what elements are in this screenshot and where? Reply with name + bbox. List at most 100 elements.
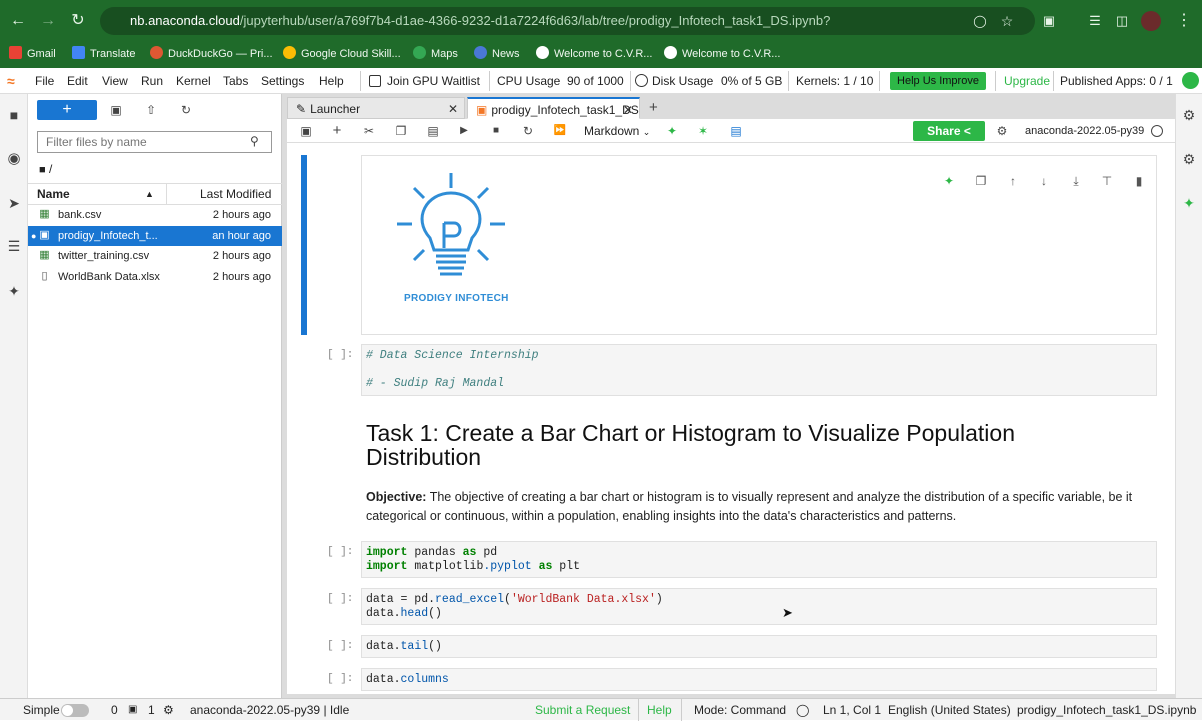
extensions-icon[interactable]: ▣ [1037, 9, 1061, 33]
eye-off-icon[interactable]: ◯ [968, 9, 992, 33]
cursor-position[interactable]: Ln 1, Col 1 [823, 699, 881, 721]
share-button[interactable]: Share < [913, 121, 985, 141]
new-launcher-button[interactable]: + [37, 100, 97, 120]
simple-mode-toggle[interactable] [61, 704, 89, 717]
toc-icon[interactable]: ☰ [5, 237, 23, 255]
new-tab-icon[interactable]: + [649, 97, 658, 119]
bookmark-translate[interactable]: Translate [72, 44, 135, 64]
new-folder-icon[interactable]: ▣ [106, 100, 126, 120]
running-icon[interactable]: ◉ [5, 150, 23, 168]
ai-assist-icon[interactable]: ✦ [663, 122, 681, 140]
kernel-status[interactable]: anaconda-2022.05-py39 | Idle [190, 699, 349, 721]
close-icon[interactable]: ✕ [448, 98, 458, 118]
menu-tabs[interactable]: Tabs [223, 68, 248, 94]
stop-icon[interactable]: ■ [487, 122, 505, 140]
code-cell-tail[interactable]: data.tail() [361, 635, 1157, 658]
tab-notebook[interactable]: ▣ prodigy_Infotech_task1_DS ✕ [467, 97, 640, 119]
language[interactable]: English (United States) [888, 699, 1011, 721]
back-icon[interactable]: ← [6, 9, 30, 33]
profile-avatar[interactable] [1141, 11, 1161, 31]
copy-icon[interactable]: ❐ [392, 122, 410, 140]
media-icon[interactable]: ☰ [1083, 9, 1107, 33]
move-down-icon[interactable]: ↓ [1035, 172, 1053, 190]
file-row-selected[interactable]: ● ▣ prodigy_Infotech_t... an hour ago [28, 226, 282, 246]
forward-icon[interactable]: → [36, 9, 60, 33]
bookmark-news[interactable]: News [474, 44, 520, 64]
file-row[interactable]: ▦ twitter_training.csv 2 hours ago [28, 246, 282, 266]
restart-icon[interactable]: ↻ [519, 122, 537, 140]
menu-kernel[interactable]: Kernel [176, 68, 211, 94]
kernel-name[interactable]: anaconda-2022.05-py39 [1025, 122, 1144, 140]
code-cell-columns[interactable]: data.columns [361, 668, 1157, 691]
cut-icon[interactable]: ✂ [360, 122, 378, 140]
submit-request-link[interactable]: Submit a Request [535, 699, 630, 721]
refresh-icon[interactable]: ↻ [176, 100, 196, 120]
extension-manager-icon[interactable]: ➤ [5, 194, 23, 212]
bookmark-gmail[interactable]: Gmail [9, 44, 56, 64]
delete-icon[interactable]: ▮ [1130, 172, 1148, 190]
bookmark-google-cloud[interactable]: Google Cloud Skill... [283, 44, 401, 64]
property-inspector-icon[interactable]: ⚙ [1180, 106, 1198, 124]
logo-text: PRODIGY INFOTECH [404, 293, 509, 304]
code-cell-comments[interactable]: # Data Science Internship # - Sudip Raj … [361, 344, 1157, 396]
help-link[interactable]: Help [647, 699, 672, 721]
upload-icon[interactable]: ⇧ [141, 100, 161, 120]
save-icon[interactable]: ▣ [297, 122, 315, 140]
tab-launcher[interactable]: ✎ Launcher ✕ [287, 97, 465, 119]
duplicate-icon[interactable]: ❐ [972, 172, 990, 190]
run-icon[interactable]: ▶ [455, 122, 473, 140]
puzzle-icon[interactable]: ✦ [5, 282, 23, 300]
bookmark-cvr-1[interactable]: Welcome to C.V.R... [536, 44, 652, 64]
code-cell-read[interactable]: data = pd.read_excel('WorldBank Data.xls… [361, 588, 1157, 625]
more-icon[interactable]: ⋮ [1172, 9, 1196, 33]
panel-icon[interactable]: ▤ [727, 122, 745, 140]
code-line: data.head() [366, 607, 442, 620]
menu-file[interactable]: File [35, 68, 54, 94]
help-improve-button[interactable]: Help Us Improve [890, 72, 986, 90]
kernel-count[interactable]: 1 [148, 699, 155, 721]
markdown-cell-logo[interactable]: PRODIGY INFOTECH ✦ ❐ ↑ ↓ ⤓ ⊤ ▮ [361, 155, 1157, 335]
move-up-icon[interactable]: ↑ [1004, 172, 1022, 190]
menu-edit[interactable]: Edit [67, 68, 88, 94]
insert-below-icon[interactable]: ⊤ [1098, 172, 1116, 190]
breadcrumb[interactable]: ■ / [39, 162, 52, 176]
reload-icon[interactable]: ↻ [66, 9, 90, 33]
code-cell-imports[interactable]: import pandas as pd import matplotlib.py… [361, 541, 1157, 578]
notification-icon[interactable]: ◯ [796, 699, 809, 721]
ai-assistant-icon[interactable]: ✦ [1180, 194, 1198, 212]
ai-cell-icon[interactable]: ✦ [940, 172, 958, 190]
bookmark-cvr-2[interactable]: Welcome to C.V.R... [664, 44, 780, 64]
sidepanel-icon[interactable]: ◫ [1110, 9, 1134, 33]
menu-run[interactable]: Run [141, 68, 163, 94]
menu-settings[interactable]: Settings [261, 68, 304, 94]
close-icon[interactable]: ✕ [623, 99, 633, 118]
paste-icon[interactable]: ▤ [424, 122, 442, 140]
cell-prompt: [ ]: [327, 673, 354, 685]
cell-type-select[interactable]: Markdown ⌄ [584, 122, 650, 141]
ai-run-icon[interactable]: ✶ [694, 122, 712, 140]
sort-ascending-icon[interactable]: ▲ [145, 184, 154, 204]
menu-help[interactable]: Help [319, 68, 344, 94]
folder-icon[interactable]: ■ [5, 106, 23, 124]
notebook-body: PRODIGY INFOTECH ✦ ❐ ↑ ↓ ⤓ ⊤ ▮ [ ]: # Da… [287, 143, 1175, 694]
star-icon[interactable]: ☆ [995, 9, 1019, 33]
bug-icon[interactable]: ⚙ [993, 122, 1011, 140]
cell-prompt: [ ]: [327, 349, 354, 361]
file-row[interactable]: ▦ bank.csv 2 hours ago [28, 205, 282, 225]
upgrade-link[interactable]: Upgrade [1004, 71, 1050, 91]
fast-forward-icon[interactable]: ⏩ [551, 122, 569, 140]
address-bar[interactable]: nb.anaconda.cloud/jupyterhub/user/a769f7… [100, 7, 1035, 35]
debugger-icon[interactable]: ⚙ [1180, 150, 1198, 168]
file-row[interactable]: ▯ WorldBank Data.xlsx 2 hours ago [28, 267, 282, 287]
menu-view[interactable]: View [102, 68, 128, 94]
terminal-count[interactable]: 0 [111, 699, 118, 721]
user-avatar[interactable] [1182, 72, 1199, 89]
insert-above-icon[interactable]: ⤓ [1067, 172, 1085, 190]
insert-cell-icon[interactable]: + [328, 122, 346, 140]
bookmark-maps[interactable]: Maps [413, 44, 458, 64]
column-last-modified[interactable]: Last Modified [200, 184, 271, 204]
gpu-waitlist-button[interactable]: Join GPU Waitlist [387, 71, 480, 91]
filter-files-input[interactable] [37, 131, 272, 153]
bookmark-duckduckgo[interactable]: DuckDuckGo — Pri... [150, 44, 273, 64]
column-name[interactable]: Name [37, 184, 70, 204]
